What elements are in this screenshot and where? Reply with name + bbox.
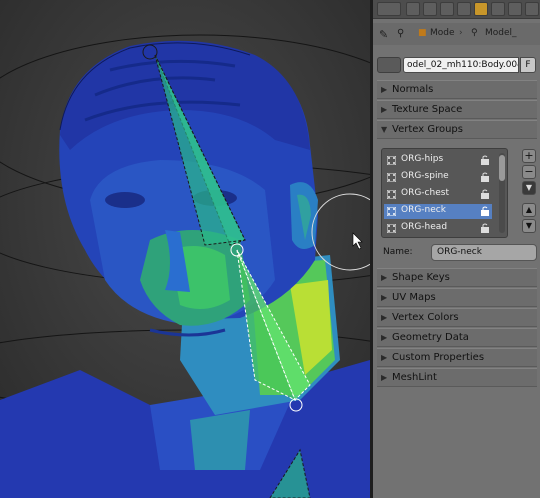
move-down-button[interactable]: ▼ — [522, 219, 536, 233]
expand-arrow-icon: ▶ — [381, 105, 388, 114]
section-label: Vertex Groups — [392, 124, 463, 135]
vertex-group-icon — [387, 156, 396, 165]
properties-panel: ✎ ⚲ ■ Mode › ⚲ Model_ odel_02_mh110:Body… — [373, 0, 540, 498]
lock-icon[interactable] — [480, 172, 490, 182]
lock-icon[interactable] — [480, 189, 490, 199]
expand-arrow-icon: ▶ — [381, 293, 388, 302]
list-item[interactable]: ORG-head — [384, 221, 492, 236]
3d-viewport[interactable] — [0, 0, 370, 498]
move-up-button[interactable]: ▲ — [522, 203, 536, 217]
lock-icon[interactable] — [480, 155, 490, 165]
editor-type-icon[interactable] — [377, 2, 401, 16]
vertex-group-name: ORG-head — [401, 222, 448, 232]
vertex-group-name: ORG-chest — [401, 188, 449, 198]
fake-user-button[interactable]: F — [520, 57, 536, 73]
list-scrollbar[interactable] — [499, 153, 505, 233]
vertex-group-icon — [387, 173, 396, 182]
expand-arrow-icon: ▶ — [381, 373, 388, 382]
expand-arrow-icon: ▶ — [381, 273, 388, 282]
list-item-active[interactable]: ORG-neck — [384, 204, 492, 219]
specials-menu-button[interactable]: ▼ — [522, 181, 536, 195]
render-icon[interactable] — [406, 2, 420, 16]
lock-icon[interactable] — [480, 223, 490, 233]
list-item[interactable]: ORG-chest — [384, 187, 492, 202]
scene-icon[interactable] — [423, 2, 437, 16]
weight-paint-mesh — [0, 0, 370, 498]
add-vertex-group-button[interactable]: + — [522, 149, 536, 163]
properties-tabs-bar — [373, 0, 540, 19]
section-label: Vertex Colors — [392, 312, 459, 323]
section-vertex-colors[interactable]: ▶ Vertex Colors — [377, 308, 537, 327]
scrollbar-thumb[interactable] — [499, 155, 505, 181]
name-label: Name: — [383, 247, 413, 257]
list-item[interactable]: ORG-spine — [384, 170, 492, 185]
section-uv-maps[interactable]: ▶ UV Maps — [377, 288, 537, 307]
section-texture-space[interactable]: ▶ Texture Space — [377, 100, 537, 119]
breadcrumb-mode[interactable]: Mode — [430, 28, 455, 38]
mesh-name-field[interactable]: odel_02_mh110:Body.004 — [403, 57, 519, 73]
lock-icon[interactable] — [480, 206, 490, 216]
breadcrumb-separator-icon: › — [459, 28, 463, 38]
armature-icon: ⚲ — [397, 28, 405, 39]
remove-vertex-group-button[interactable]: − — [522, 165, 536, 179]
section-label: Texture Space — [392, 104, 463, 115]
expand-arrow-icon: ▶ — [381, 333, 388, 342]
constraint-icon[interactable] — [474, 2, 488, 16]
vertex-group-name: ORG-spine — [401, 171, 449, 181]
world-icon[interactable] — [440, 2, 454, 16]
vertex-group-icon — [387, 207, 396, 216]
expand-arrow-icon: ▶ — [381, 313, 388, 322]
section-vertex-groups[interactable]: ▼ Vertex Groups — [377, 120, 537, 139]
mesh-datablock-row: odel_02_mh110:Body.004 F — [373, 52, 540, 76]
expand-arrow-icon: ▶ — [381, 85, 388, 94]
context-breadcrumb: ✎ ⚲ ■ Mode › ⚲ Model_ — [373, 23, 540, 45]
section-label: MeshLint — [392, 372, 437, 383]
list-item[interactable]: ORG-hips — [384, 153, 492, 168]
section-normals[interactable]: ▶ Normals — [377, 80, 537, 99]
section-custom-properties[interactable]: ▶ Custom Properties — [377, 348, 537, 367]
vertex-group-icon — [387, 224, 396, 233]
section-label: Shape Keys — [392, 272, 450, 283]
section-label: Custom Properties — [392, 352, 485, 363]
modifiers-icon[interactable] — [491, 2, 505, 16]
vertex-group-name: ORG-hips — [401, 154, 444, 164]
wrench-icon[interactable] — [525, 2, 539, 16]
vertex-group-name-field[interactable]: ORG-neck — [431, 244, 537, 261]
object-data-icon: ■ — [418, 28, 427, 38]
collapse-arrow-icon: ▼ — [381, 125, 388, 134]
vertex-groups-list[interactable]: ORG-hips ORG-spine ORG-chest ORG-neck OR… — [381, 148, 508, 238]
section-label: UV Maps — [392, 292, 436, 303]
section-shape-keys[interactable]: ▶ Shape Keys — [377, 268, 537, 287]
mesh-browse-icon[interactable] — [377, 57, 401, 73]
section-label: Geometry Data — [392, 332, 469, 343]
expand-arrow-icon: ▶ — [381, 353, 388, 362]
object-icon[interactable] — [457, 2, 471, 16]
vertex-group-name-row: Name: ORG-neck — [381, 244, 537, 262]
section-meshlint[interactable]: ▶ MeshLint — [377, 368, 537, 387]
vertex-group-icon — [387, 190, 396, 199]
breadcrumb-model[interactable]: Model_ — [485, 28, 517, 38]
section-label: Normals — [392, 84, 434, 95]
section-geometry-data[interactable]: ▶ Geometry Data — [377, 328, 537, 347]
pin-icon[interactable]: ✎ — [379, 28, 388, 41]
data-icon[interactable] — [508, 2, 522, 16]
vertex-group-name: ORG-neck — [401, 205, 446, 215]
object-icon: ⚲ — [471, 28, 478, 38]
